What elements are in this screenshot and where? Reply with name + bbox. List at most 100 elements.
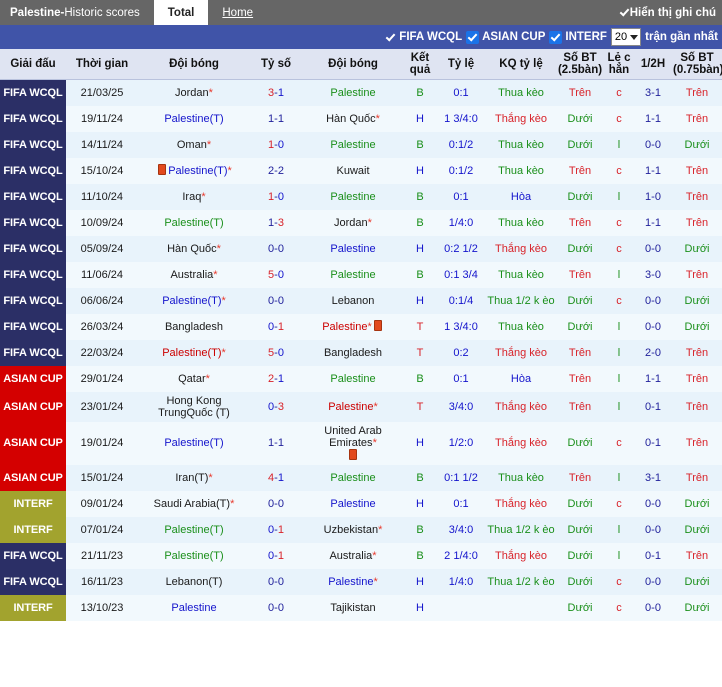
cell-league[interactable]: INTERF <box>0 516 66 543</box>
col-header-ou-075[interactable]: Số BT (0.75bàn) <box>672 49 722 80</box>
cell-away-team[interactable]: Kuwait <box>302 157 404 184</box>
col-header-result[interactable]: Kết quả <box>404 49 436 80</box>
col-header-half-time[interactable]: 1/2H <box>634 49 672 80</box>
cell-score[interactable]: 5-0 <box>250 339 302 366</box>
cell-home-team[interactable]: Palestine <box>138 594 250 621</box>
cell-league[interactable]: FIFA WCQL <box>0 105 66 132</box>
cell-score[interactable]: 0-0 <box>250 594 302 621</box>
cell-home-team[interactable]: Palestine(T) <box>138 105 250 132</box>
table-row[interactable]: INTERF 09/01/24 Saudi Arabia(T)* 0-0 Palesti… <box>0 490 722 517</box>
filter-interf[interactable]: INTERF <box>549 30 607 44</box>
cell-home-team[interactable]: Oman* <box>138 131 250 158</box>
cell-home-team[interactable]: Palestine(T)* <box>138 287 250 314</box>
table-row[interactable]: ASIAN CUP 19/01/24 Palestine(T) 1-1 United A… <box>0 421 722 465</box>
cell-home-team[interactable]: Palestine(T) <box>138 421 250 465</box>
cell-home-team[interactable]: Palestine(T) <box>138 209 250 236</box>
cell-home-team[interactable]: Bangladesh <box>138 313 250 340</box>
cell-score[interactable]: 1-1 <box>250 421 302 465</box>
cell-home-team[interactable]: Iraq* <box>138 183 250 210</box>
cell-score[interactable]: 0-0 <box>250 568 302 595</box>
table-row[interactable]: ASIAN CUP 23/01/24 Hong Kong TrungQuốc (T)… <box>0 391 722 422</box>
table-row[interactable]: FIFA WCQL 11/06/24 Australia* 5-0 Palestine B… <box>0 261 722 288</box>
cell-away-team[interactable]: Tajikistan <box>302 594 404 621</box>
table-row[interactable]: FIFA WCQL 10/09/24 Palestine(T) 1-3 Jordan* B… <box>0 209 722 236</box>
cell-score[interactable]: 4-1 <box>250 464 302 491</box>
table-row[interactable]: INTERF 13/10/23 Palestine 0-0 Tajikistan H Dướ… <box>0 594 722 621</box>
cell-score[interactable]: 5-0 <box>250 261 302 288</box>
col-header-score[interactable]: Tỷ số <box>250 49 302 80</box>
cell-away-team[interactable]: Hàn Quốc* <box>302 105 404 132</box>
cell-league[interactable]: INTERF <box>0 490 66 517</box>
table-row[interactable]: FIFA WCQL 14/11/24 Oman* 1-0 Palestine B 0:1/2… <box>0 131 722 158</box>
match-count-select[interactable]: 20 <box>610 28 642 46</box>
col-header-odds-result[interactable]: KQ tỷ lệ <box>486 49 556 80</box>
cell-score[interactable]: 0-0 <box>250 235 302 262</box>
tab-total[interactable]: Total <box>153 0 209 25</box>
cell-league[interactable]: FIFA WCQL <box>0 157 66 184</box>
cell-league[interactable]: FIFA WCQL <box>0 183 66 210</box>
table-row[interactable]: FIFA WCQL 16/11/23 Lebanon(T) 0-0 Palestine*… <box>0 568 722 595</box>
cell-home-team[interactable]: Jordan* <box>138 79 250 106</box>
cell-league[interactable]: FIFA WCQL <box>0 209 66 236</box>
cell-league[interactable]: INTERF <box>0 594 66 621</box>
cell-away-team[interactable]: Palestine <box>302 131 404 158</box>
cell-home-team[interactable]: Palestine(T) <box>138 516 250 543</box>
table-row[interactable]: INTERF 07/01/24 Palestine(T) 0-1 Uzbekistan*… <box>0 516 722 543</box>
cell-away-team[interactable]: Palestine* <box>302 568 404 595</box>
cell-score[interactable]: 2-1 <box>250 365 302 392</box>
table-row[interactable]: FIFA WCQL 21/11/23 Palestine(T) 0-1 Australi… <box>0 542 722 569</box>
cell-away-team[interactable]: Lebanon <box>302 287 404 314</box>
cell-home-team[interactable]: Palestine(T)* <box>138 339 250 366</box>
cell-away-team[interactable]: Palestine <box>302 235 404 262</box>
checkbox-icon[interactable] <box>549 30 563 44</box>
cell-away-team[interactable]: United Arab Emirates* <box>302 421 404 465</box>
cell-home-team[interactable]: Saudi Arabia(T)* <box>138 490 250 517</box>
cell-home-team[interactable]: Palestine(T) <box>138 542 250 569</box>
cell-home-team[interactable]: Hong Kong TrungQuốc (T) <box>138 391 250 422</box>
col-header-time[interactable]: Thời gian <box>66 49 138 80</box>
cell-score[interactable]: 0-0 <box>250 287 302 314</box>
cell-away-team[interactable]: Palestine <box>302 490 404 517</box>
cell-league[interactable]: FIFA WCQL <box>0 568 66 595</box>
cell-league[interactable]: ASIAN CUP <box>0 464 66 491</box>
cell-score[interactable]: 1-3 <box>250 209 302 236</box>
cell-score[interactable]: 1-1 <box>250 105 302 132</box>
checkbox-icon[interactable] <box>466 30 480 44</box>
cell-away-team[interactable]: Palestine <box>302 365 404 392</box>
table-row[interactable]: FIFA WCQL 05/09/24 Hàn Quốc* 0-0 Palestine H 0… <box>0 235 722 262</box>
table-row[interactable]: ASIAN CUP 29/01/24 Qatar* 2-1 Palestine B 0:1 H… <box>0 365 722 392</box>
col-header-home-team[interactable]: Đội bóng <box>138 49 250 80</box>
cell-away-team[interactable]: Bangladesh <box>302 339 404 366</box>
cell-home-team[interactable]: Hàn Quốc* <box>138 235 250 262</box>
cell-score[interactable]: 3-1 <box>250 79 302 106</box>
col-header-odds[interactable]: Tỷ lệ <box>436 49 486 80</box>
col-header-odd-even[interactable]: Lẻ c hẳn <box>604 49 634 80</box>
filter-fifa-wcql[interactable]: FIFA WCQL <box>385 31 462 44</box>
table-row[interactable]: FIFA WCQL 06/06/24 Palestine(T)* 0-0 Lebanon… <box>0 287 722 314</box>
cell-league[interactable]: FIFA WCQL <box>0 313 66 340</box>
cell-score[interactable]: 0-1 <box>250 516 302 543</box>
cell-league[interactable]: FIFA WCQL <box>0 131 66 158</box>
table-row[interactable]: FIFA WCQL 22/03/24 Palestine(T)* 5-0 Banglad… <box>0 339 722 366</box>
cell-score[interactable]: 0-1 <box>250 313 302 340</box>
cell-home-team[interactable]: Iran(T)* <box>138 464 250 491</box>
tab-home[interactable]: Home <box>208 0 267 25</box>
cell-score[interactable]: 1-0 <box>250 131 302 158</box>
cell-score[interactable]: 0-3 <box>250 391 302 422</box>
filter-asian-cup[interactable]: ASIAN CUP <box>466 30 545 44</box>
cell-away-team[interactable]: Palestine <box>302 79 404 106</box>
cell-league[interactable]: ASIAN CUP <box>0 421 66 465</box>
table-row[interactable]: FIFA WCQL 26/03/24 Bangladesh 0-1 Palestine*… <box>0 313 722 340</box>
col-header-league[interactable]: Giải đấu <box>0 49 66 80</box>
cell-home-team[interactable]: Australia* <box>138 261 250 288</box>
cell-league[interactable]: FIFA WCQL <box>0 235 66 262</box>
table-row[interactable]: FIFA WCQL 19/11/24 Palestine(T) 1-1 Hàn Quốc… <box>0 105 722 132</box>
cell-league[interactable]: FIFA WCQL <box>0 542 66 569</box>
cell-away-team[interactable]: Palestine* <box>302 313 404 340</box>
cell-league[interactable]: ASIAN CUP <box>0 391 66 422</box>
cell-score[interactable]: 0-0 <box>250 490 302 517</box>
cell-away-team[interactable]: Palestine <box>302 183 404 210</box>
show-notes-toggle[interactable]: Hiển thị ghi chú <box>619 0 722 25</box>
cell-league[interactable]: FIFA WCQL <box>0 261 66 288</box>
cell-away-team[interactable]: Jordan* <box>302 209 404 236</box>
